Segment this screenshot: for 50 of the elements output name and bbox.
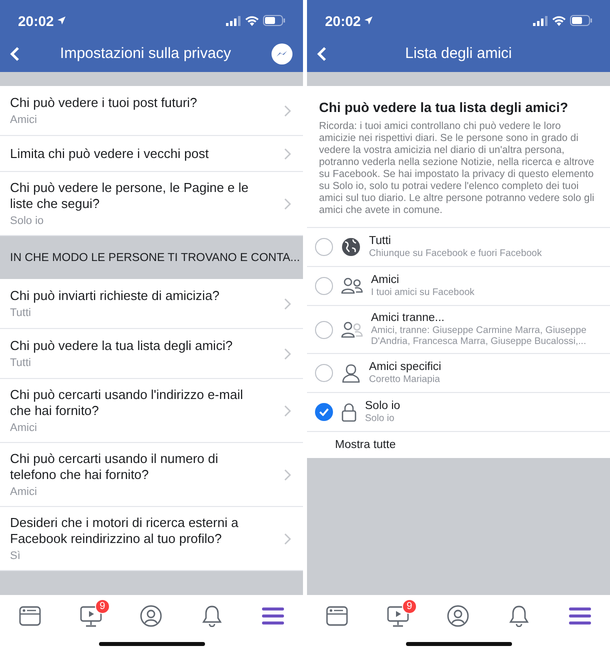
nav-title: Impostazioni sulla privacy: [59, 45, 232, 62]
row-label: Chi può inviarti richieste di amicizia?: [10, 288, 221, 304]
row-value: Sì: [10, 550, 22, 562]
option-title: Amici tranne...: [371, 312, 446, 324]
row-label: Desideri che i motori di ricerca esterni a Facebook reindirizzino al tuo profilo?: [10, 515, 240, 547]
option-title: Amici: [371, 274, 400, 286]
status-time: 20:02: [325, 12, 373, 28]
audience-option[interactable]: Tutti Chiunque su Facebook e fuori Facebook: [307, 228, 610, 267]
option-subtitle: Solo io: [365, 413, 396, 424]
row-value: Tutti: [10, 357, 32, 369]
audience-option[interactable]: Amici tranne... Amici, tranne: Giuseppe Carmine Marra, Giuseppe D'Andria, Francesca Marra, Giuseppe Bucalossi,...: [307, 306, 610, 354]
option-title: Solo io: [365, 400, 402, 412]
audience-option[interactable]: Solo io Solo io: [307, 393, 610, 432]
settings-row[interactable]: Chi può cercarti usando l'indirizzo e-mail che hai fornito? Amici: [0, 379, 303, 443]
option-subtitle: Amici, tranne: Giuseppe Carmine Marra, Giuseppe D'Andria, Francesca Marra, Giuseppe Bucalossi,...: [371, 325, 588, 347]
settings-row[interactable]: Chi può cercarti usando il numero di telefono che hai fornito? Amici: [0, 443, 303, 507]
row-label: Chi può vedere le persone, le Pagine e le liste che segui?: [10, 180, 250, 212]
notification-badge: 9: [402, 599, 417, 614]
row-label: Chi può vedere i tuoi post futuri?: [10, 95, 198, 111]
row-label: Chi può cercarti usando il numero di telefono che hai fornito?: [10, 451, 220, 483]
settings-row[interactable]: Desideri che i motori di ricerca esterni a Facebook reindirizzino al tuo profilo? Sì: [0, 507, 303, 571]
question-title: Chi può vedere la tua lista degli amici?: [319, 100, 570, 115]
option-subtitle: I tuoi amici su Facebook: [371, 287, 476, 298]
row-label: Limita chi può vedere i vecchi post: [10, 146, 210, 162]
option-subtitle: Chiunque su Facebook e fuori Facebook: [369, 248, 543, 259]
section-header: IN CHE MODO LE PERSONE TI TROVANO E CONTA...: [10, 252, 300, 264]
status-time: 20:02: [18, 12, 66, 28]
row-value: Solo io: [10, 215, 45, 227]
settings-row[interactable]: Chi può vedere la tua lista degli amici? Tutti: [0, 329, 303, 379]
row-value: Amici: [10, 486, 38, 498]
description-text: Ricorda: i tuoi amici controllano chi può vedere le loro amicizie nei rispettivi diari. Se le persone sono in grado di vedere la vostra amicizia nel diario di un'altra persona, potranno vederla nella sezione Notizie, nella ricerca e altrove su Facebook. Se hai impostato la privacy di questo elemento su Solo io, solo tu potrai vedere l'elenco completo dei tuoi amici sul tuo diario. Le altre persone potranno vedere solo gli amici che avete in comune.: [319, 121, 596, 217]
show-all-link[interactable]: Mostra tutte: [307, 432, 610, 458]
settings-row[interactable]: Chi può vedere le persone, le Pagine e le liste che segui? Solo io: [0, 172, 303, 236]
row-label: Chi può cercarti usando l'indirizzo e-mail che hai fornito?: [10, 387, 244, 419]
option-title: Amici specifici: [369, 361, 442, 373]
row-value: Tutti: [10, 307, 32, 319]
option-title: Tutti: [369, 235, 392, 247]
settings-row[interactable]: Chi può vedere i tuoi post futuri? Amici: [0, 86, 303, 136]
audience-option[interactable]: Amici specifici Coretto Mariapia: [307, 354, 610, 393]
settings-row[interactable]: Chi può inviarti richieste di amicizia? Tutti: [0, 279, 303, 329]
nav-title: Lista degli amici: [404, 45, 513, 62]
notification-badge: 9: [94, 599, 110, 614]
row-value: Amici: [10, 114, 38, 126]
option-subtitle: Coretto Mariapia: [369, 374, 441, 385]
settings-row[interactable]: Limita chi può vedere i vecchi post: [0, 136, 303, 172]
tab[interactable]: 9: [378, 599, 417, 633]
audience-option[interactable]: Amici I tuoi amici su Facebook: [307, 267, 610, 306]
row-value: Amici: [10, 422, 38, 434]
row-label: Chi può vedere la tua lista degli amici?: [10, 338, 234, 354]
tab[interactable]: 9: [72, 599, 110, 633]
